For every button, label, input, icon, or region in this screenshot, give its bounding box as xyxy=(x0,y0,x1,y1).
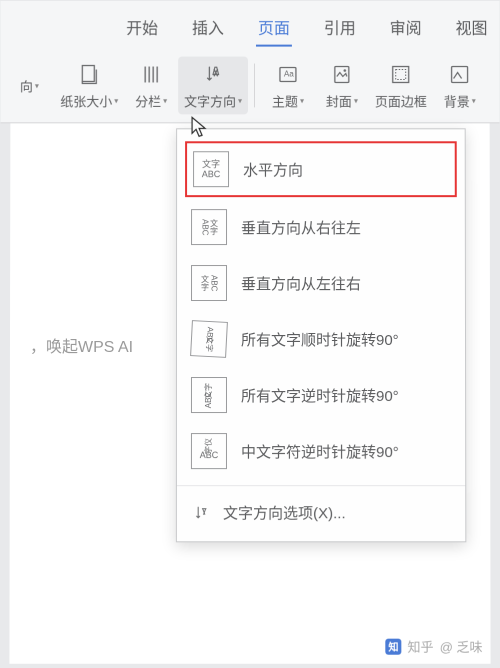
text-direction-dropdown: 文字 ABC 水平方向 ABC 文字 垂直方向从右往左 文字 ABC 垂直方向从… xyxy=(176,128,466,542)
chevron-down-icon: ▾ xyxy=(163,96,167,105)
menu-item-vertical-ltr[interactable]: 文字 ABC 垂直方向从左往右 xyxy=(177,255,465,311)
zhihu-logo-icon: 知 xyxy=(385,638,401,654)
theme-button[interactable]: Aa 主题▾ xyxy=(261,57,315,115)
svg-text:Aa: Aa xyxy=(284,70,294,79)
chevron-down-icon: ▾ xyxy=(114,96,118,105)
chevron-down-icon: ▾ xyxy=(472,96,476,105)
phone-watermark: MEIZU 16th AI DUAL CAMERA xyxy=(11,624,103,649)
direction-button-partial[interactable]: 向▾ xyxy=(0,72,54,99)
paper-size-button[interactable]: 纸张大小▾ xyxy=(54,57,124,115)
menu-label: 所有文字逆时针旋转90° xyxy=(241,385,399,406)
text-direction-button[interactable]: 文字方向▾ xyxy=(178,57,248,115)
tab-view[interactable]: 视图 xyxy=(454,9,490,47)
menu-label: 中文字符逆时针旋转90° xyxy=(241,441,399,462)
menu-item-rotate-cw-90[interactable]: ABC 文字 所有文字顺时针旋转90° xyxy=(177,311,465,367)
menu-label: 文字方向选项(X)... xyxy=(223,502,346,523)
ribbon-tabs: 开始 插入 页面 引用 审阅 视图 xyxy=(1,1,500,51)
theme-icon: Aa xyxy=(274,61,302,89)
text-direction-horizontal-icon: 文字 ABC xyxy=(193,151,229,187)
menu-label: 所有文字顺时针旋转90° xyxy=(241,329,399,350)
toolbar: 向▾ 纸张大小▾ 分栏▾ 文字方向▾ Aa 主题▾ xyxy=(0,51,499,124)
cover-icon xyxy=(328,61,356,89)
chevron-down-icon: ▾ xyxy=(300,96,304,105)
tab-page[interactable]: 页面 xyxy=(256,9,292,47)
text-direction-vertical-ltr-icon: 文字 ABC xyxy=(191,265,227,301)
text-direction-ccw90-icon: 文字 ABC xyxy=(191,377,227,413)
menu-item-vertical-rtl[interactable]: ABC 文字 垂直方向从右往左 xyxy=(177,199,465,255)
camera-icon xyxy=(11,626,23,638)
columns-icon xyxy=(137,61,165,89)
chevron-down-icon: ▾ xyxy=(238,96,242,105)
page-border-button[interactable]: 页面边框 xyxy=(369,57,433,115)
menu-item-rotate-ccw-90[interactable]: 文字 ABC 所有文字逆时针旋转90° xyxy=(177,367,465,423)
background-icon xyxy=(446,61,474,89)
menu-item-chinese-ccw-90[interactable]: 字仪 ABC 中文字符逆时针旋转90° xyxy=(177,423,465,479)
menu-separator xyxy=(177,485,465,486)
tab-review[interactable]: 审阅 xyxy=(388,9,424,47)
tab-reference[interactable]: 引用 xyxy=(322,9,358,47)
tab-start[interactable]: 开始 xyxy=(124,9,160,47)
menu-label: 水平方向 xyxy=(243,159,303,180)
page-border-icon xyxy=(387,61,415,89)
text-direction-vertical-rtl-icon: ABC 文字 xyxy=(191,209,227,245)
menu-item-text-direction-options[interactable]: 文字方向选项(X)... xyxy=(177,492,465,533)
paper-size-icon xyxy=(75,61,103,89)
menu-item-horizontal[interactable]: 文字 ABC 水平方向 xyxy=(185,141,457,197)
tab-insert[interactable]: 插入 xyxy=(190,9,226,47)
text-direction-cw90-icon: ABC 文字 xyxy=(190,320,228,358)
text-direction-icon xyxy=(199,61,227,89)
site-watermark: 知 知乎 @ 乏味 xyxy=(379,635,488,658)
chevron-down-icon: ▾ xyxy=(354,96,358,105)
toolbar-divider xyxy=(254,64,255,108)
columns-button[interactable]: 分栏▾ xyxy=(124,57,178,115)
background-button[interactable]: 背景▾ xyxy=(433,57,487,115)
text-direction-cn-ccw90-icon: 字仪 ABC xyxy=(191,433,227,469)
menu-label: 垂直方向从右往左 xyxy=(241,217,361,238)
text-direction-options-icon xyxy=(193,504,211,522)
chevron-down-icon: ▾ xyxy=(35,81,39,90)
menu-label: 垂直方向从左往右 xyxy=(241,273,361,294)
cover-button[interactable]: 封面▾ xyxy=(315,57,369,115)
